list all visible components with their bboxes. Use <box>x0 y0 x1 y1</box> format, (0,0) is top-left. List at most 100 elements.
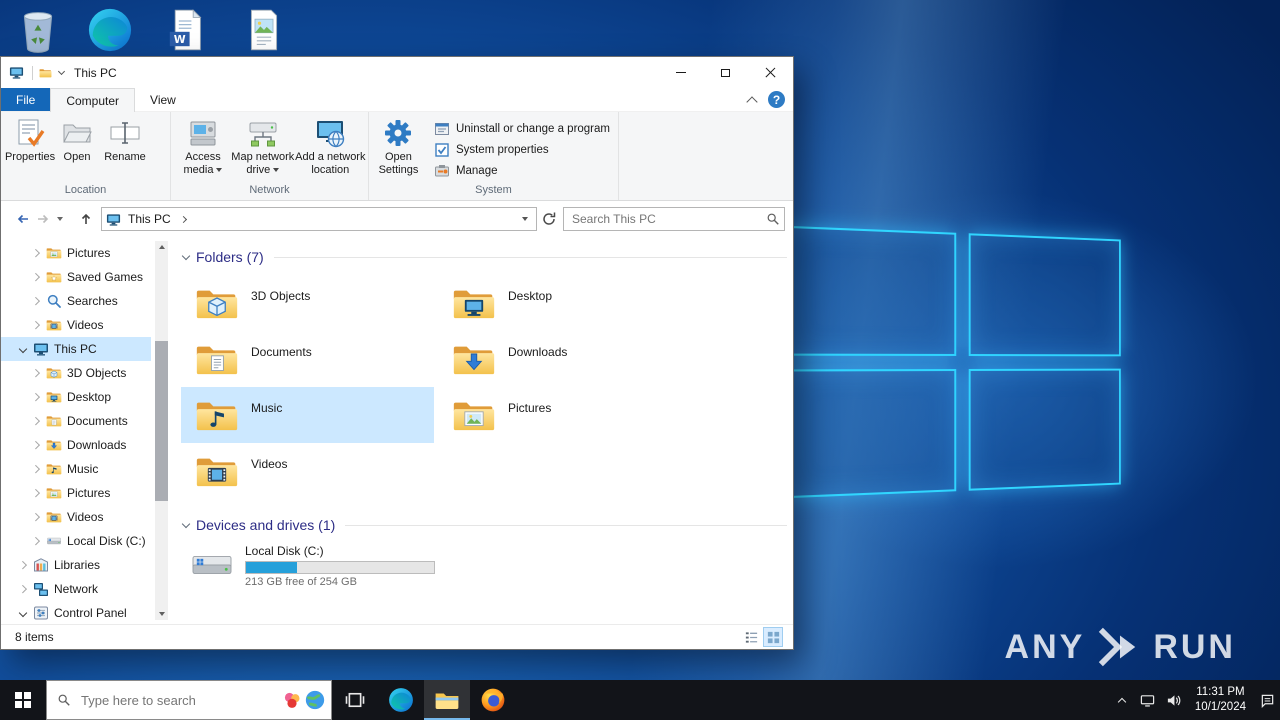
manage-button[interactable]: Manage <box>428 160 616 181</box>
address-dropdown-icon[interactable] <box>522 217 528 221</box>
nav-item[interactable]: Downloads <box>1 433 151 457</box>
network-icon[interactable] <box>1135 680 1161 720</box>
nav-item[interactable]: Pictures <box>1 241 151 265</box>
access-media-button[interactable]: Access media <box>175 115 231 177</box>
nav-item[interactable]: This PC <box>1 337 151 361</box>
tab-view[interactable]: View <box>135 88 191 111</box>
explorer-search-input[interactable] <box>570 211 766 227</box>
expand-arrow-icon[interactable] <box>31 512 42 523</box>
taskbar-search[interactable] <box>46 680 332 720</box>
scrollbar-thumb[interactable] <box>155 341 168 501</box>
explorer-taskbar-button[interactable] <box>424 680 470 720</box>
tab-computer[interactable]: Computer <box>50 88 136 112</box>
collapse-chevron-icon[interactable] <box>181 251 191 260</box>
nav-item[interactable]: Searches <box>1 289 151 313</box>
folders-section-header[interactable]: Folders (7) <box>181 247 787 267</box>
nav-item[interactable]: Network <box>1 577 151 601</box>
forward-button[interactable] <box>33 206 53 232</box>
drive-tile-local-disk[interactable]: Local Disk (C:) 213 GB free of 254 GB <box>181 544 787 588</box>
back-button[interactable] <box>13 206 33 232</box>
nav-item[interactable]: 3D Objects <box>1 361 151 385</box>
taskbar-clock[interactable]: 11:31 PM 10/1/2024 <box>1187 685 1254 715</box>
maximize-button[interactable] <box>703 57 748 88</box>
desktop-icon-recycle-bin[interactable] <box>14 6 62 54</box>
nav-item[interactable]: Control Panel <box>1 601 151 624</box>
edge-taskbar-button[interactable] <box>378 680 424 720</box>
firefox-taskbar-button[interactable] <box>470 680 516 720</box>
volume-icon[interactable] <box>1161 680 1187 720</box>
explorer-search-box[interactable] <box>563 207 785 231</box>
breadcrumb-chevron-icon[interactable] <box>179 215 187 223</box>
folder-tile[interactable]: Pictures <box>438 387 691 443</box>
map-network-drive-button[interactable]: Map network drive <box>231 115 295 177</box>
expand-arrow-icon[interactable] <box>18 560 29 571</box>
action-center-button[interactable] <box>1254 680 1280 720</box>
folder-tile[interactable]: Music <box>181 387 434 443</box>
nav-item[interactable]: Saved Games <box>1 265 151 289</box>
devices-section-header[interactable]: Devices and drives (1) <box>181 515 787 535</box>
expand-arrow-icon[interactable] <box>18 608 29 619</box>
collapse-chevron-icon[interactable] <box>181 519 191 528</box>
tab-file[interactable]: File <box>1 88 51 111</box>
desktop-icon-word-document[interactable] <box>162 6 210 54</box>
folder-tile[interactable]: Desktop <box>438 275 691 331</box>
folder-tile[interactable]: Downloads <box>438 331 691 387</box>
properties-button[interactable]: Properties <box>5 115 55 164</box>
expand-arrow-icon[interactable] <box>31 296 42 307</box>
desktop-icon-image-document[interactable] <box>240 6 288 54</box>
nav-item[interactable]: Libraries <box>1 553 151 577</box>
rename-button[interactable]: Rename <box>99 115 151 164</box>
expand-arrow-icon[interactable] <box>31 368 42 379</box>
interests-icon[interactable] <box>282 690 302 710</box>
weather-globe-icon[interactable] <box>305 690 325 710</box>
expand-arrow-icon[interactable] <box>31 464 42 475</box>
open-button[interactable]: Open <box>55 115 99 164</box>
expand-arrow-icon[interactable] <box>31 320 42 331</box>
nav-item[interactable]: Desktop <box>1 385 151 409</box>
task-view-button[interactable] <box>332 680 378 720</box>
expand-arrow-icon[interactable] <box>18 584 29 595</box>
large-icons-view-button[interactable] <box>763 627 783 647</box>
recent-locations-icon[interactable] <box>53 206 67 232</box>
nav-item[interactable]: Documents <box>1 409 151 433</box>
folder-tile[interactable]: Documents <box>181 331 434 387</box>
breadcrumb-this-pc[interactable]: This PC <box>126 212 173 226</box>
expand-arrow-icon[interactable] <box>31 272 42 283</box>
expand-arrow-icon[interactable] <box>31 440 42 451</box>
folder-tile[interactable]: Videos <box>181 443 434 499</box>
uninstall-program-button[interactable]: Uninstall or change a program <box>428 118 616 139</box>
nav-item[interactable]: Music <box>1 457 151 481</box>
expand-arrow-icon[interactable] <box>31 536 42 547</box>
close-button[interactable] <box>748 57 793 88</box>
hidden-icons-chevron[interactable] <box>1109 680 1135 720</box>
expand-arrow-icon[interactable] <box>31 488 42 499</box>
collapse-ribbon-icon[interactable] <box>746 95 758 108</box>
expand-arrow-icon[interactable] <box>31 416 42 427</box>
address-bar[interactable]: This PC <box>101 207 537 231</box>
open-settings-button[interactable]: Open Settings <box>373 115 424 177</box>
expand-arrow-icon[interactable] <box>31 248 42 259</box>
refresh-button[interactable] <box>537 206 561 232</box>
desktop-icon-edge[interactable] <box>86 6 134 54</box>
taskbar-search-input[interactable] <box>79 691 274 709</box>
details-view-button[interactable] <box>741 627 761 647</box>
quick-access-dropdown-icon[interactable] <box>57 67 66 76</box>
nav-item[interactable]: Videos <box>1 313 151 337</box>
nav-item[interactable]: Pictures <box>1 481 151 505</box>
nav-item[interactable]: Videos <box>1 505 151 529</box>
minimize-button[interactable] <box>658 57 703 88</box>
folder-tile[interactable]: 3D Objects <box>181 275 434 331</box>
add-network-location-button[interactable]: Add a network location <box>295 115 366 177</box>
expand-arrow-icon[interactable] <box>31 392 42 403</box>
window-titlebar[interactable]: This PC <box>1 57 793 88</box>
nav-item[interactable]: Local Disk (C:) <box>1 529 151 553</box>
scroll-up-icon[interactable] <box>155 241 168 253</box>
up-button[interactable] <box>75 206 97 232</box>
system-properties-button[interactable]: System properties <box>428 139 616 160</box>
start-button[interactable] <box>0 680 46 720</box>
quick-access-folder-icon[interactable] <box>39 67 52 79</box>
expand-arrow-icon[interactable] <box>18 344 29 355</box>
scroll-down-icon[interactable] <box>155 608 168 620</box>
help-icon[interactable]: ? <box>768 91 785 108</box>
nav-scrollbar[interactable] <box>155 241 168 620</box>
